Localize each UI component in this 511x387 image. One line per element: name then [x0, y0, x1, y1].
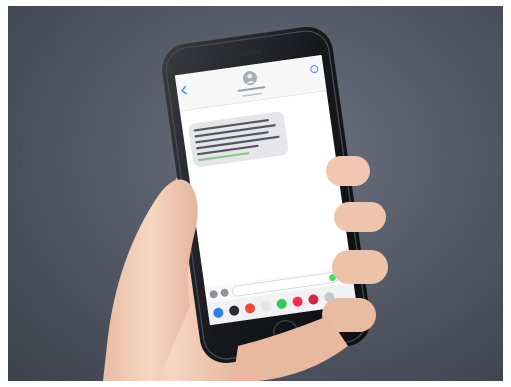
phone-scene — [103, 26, 388, 381]
photo — [8, 6, 503, 381]
